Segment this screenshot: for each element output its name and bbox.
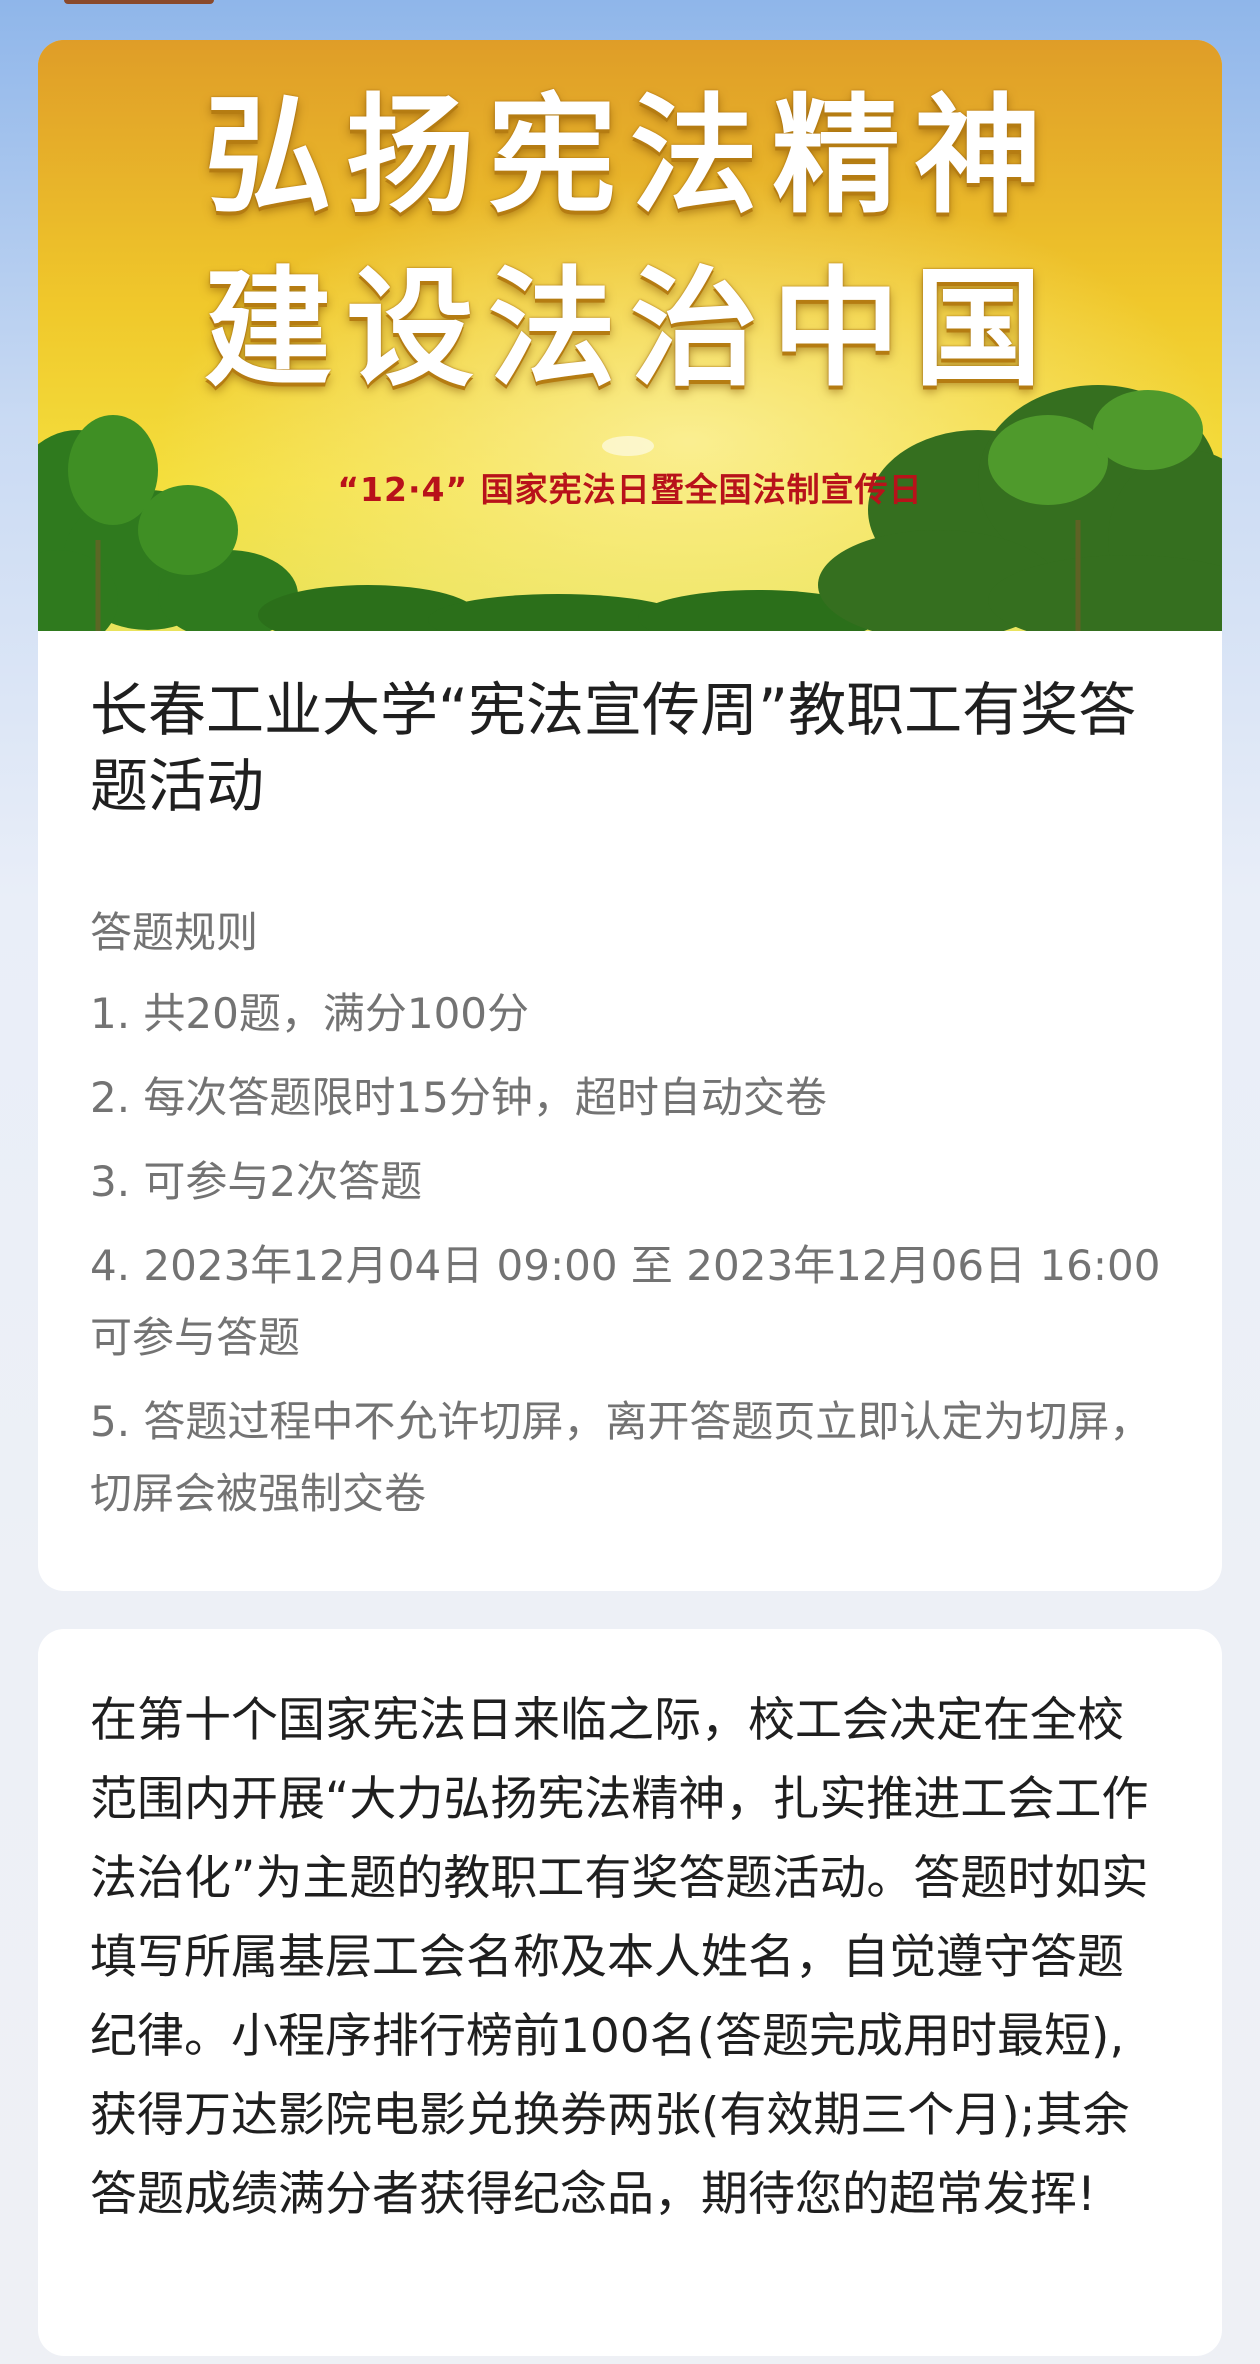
rules-section: 答题规则 1. 共20题，满分100分 2. 每次答题限时15分钟，超时自动交卷… <box>90 900 1190 1542</box>
activity-banner: 弘扬宪法精神 建设法治中国 “12·4” 国家宪法日暨全国法制宣传日 <box>38 40 1222 631</box>
activity-title: 长春工业大学“宪法宣传周”教职工有奖答题活动 <box>90 676 1137 820</box>
rule-item-5: 5. 答题过程中不允许切屏，离开答题页立即认定为切屏，切屏会被强制交卷 <box>90 1397 1152 1518</box>
intro-card: 在第十个国家宪法日来临之际，校工会决定在全校范围内开展“大力弘扬宪法精神，扎实推… <box>38 1629 1222 2356</box>
banner-subtitle: “12·4” 国家宪法日暨全国法制宣传日 <box>337 470 923 509</box>
rule-item-1: 1. 共20题，满分100分 <box>90 989 530 1038</box>
rule-item-4: 4. 2023年12月04日 09:00 至 2023年12月06日 16:00… <box>90 1241 1161 1362</box>
rule-item-3: 3. 可参与2次答题 <box>90 1157 423 1206</box>
rules-heading: 答题规则 <box>90 908 259 957</box>
activity-card: 弘扬宪法精神 建设法治中国 “12·4” 国家宪法日暨全国法制宣传日 长春工业大… <box>38 40 1222 1591</box>
banner-headline-1: 弘扬宪法精神 <box>203 82 1056 231</box>
banner-headline-2: 建设法治中国 <box>203 255 1056 404</box>
intro-paragraph: 在第十个国家宪法日来临之际，校工会决定在全校范围内开展“大力弘扬宪法精神，扎实推… <box>90 1693 1149 2222</box>
top-edge-fragment <box>64 0 214 4</box>
rule-item-2: 2. 每次答题限时15分钟，超时自动交卷 <box>90 1073 827 1122</box>
